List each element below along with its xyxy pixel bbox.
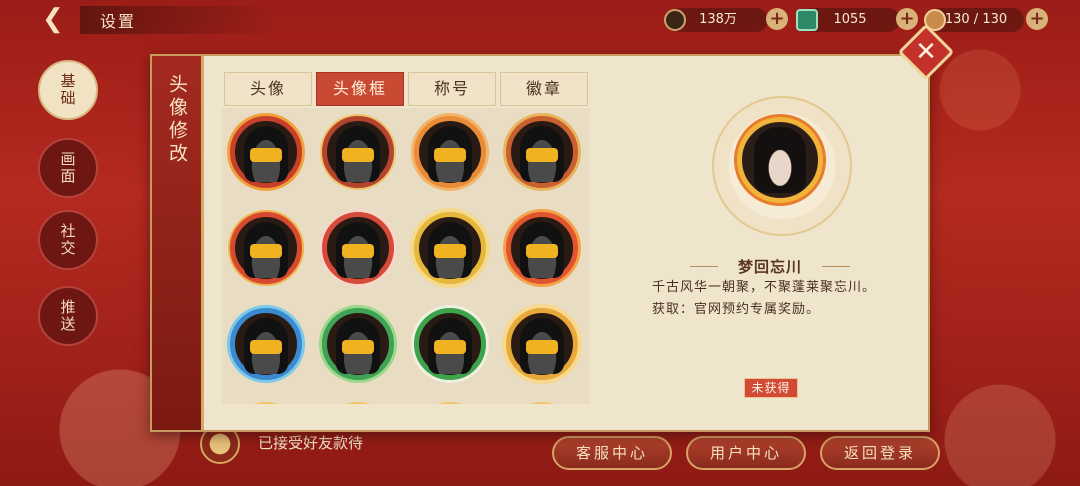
avatar-mask bbox=[526, 244, 558, 258]
dialog-title: 头像修改 bbox=[166, 74, 188, 166]
tab-badge[interactable]: 徽章 bbox=[500, 72, 588, 106]
resource-coins: 138万 bbox=[664, 8, 768, 32]
avatar-mask bbox=[342, 340, 374, 354]
tab-avatar[interactable]: 头像 bbox=[224, 72, 312, 106]
avatar-mask bbox=[250, 340, 282, 354]
avatar-mask bbox=[342, 244, 374, 258]
sidebar-item-push[interactable]: 推送 bbox=[38, 286, 98, 346]
avatar-mask bbox=[434, 340, 466, 354]
customer-service-button[interactable]: 客服中心 bbox=[552, 436, 672, 470]
add-coins-button[interactable]: + bbox=[766, 8, 788, 30]
sidebar-item-graphics[interactable]: 画面 bbox=[38, 138, 98, 198]
tab-title[interactable]: 称号 bbox=[408, 72, 496, 106]
frame-item[interactable] bbox=[314, 300, 402, 388]
frame-grid bbox=[222, 108, 590, 404]
frame-item[interactable] bbox=[498, 396, 586, 404]
resource-jade-value: 1055 bbox=[833, 12, 867, 27]
add-stamina-button[interactable]: + bbox=[1026, 8, 1048, 30]
frame-item[interactable] bbox=[498, 108, 586, 196]
sidebar-item-social[interactable]: 社交 bbox=[38, 210, 98, 270]
frame-name: 梦回忘川 bbox=[650, 256, 890, 277]
avatar-mask bbox=[526, 340, 558, 354]
avatar-mask bbox=[434, 244, 466, 258]
frame-item[interactable] bbox=[222, 300, 310, 388]
frame-description: 千古风华一朝聚，不聚蓬莱聚忘川。 bbox=[652, 280, 877, 295]
resource-stamina: 130 / 130 bbox=[924, 8, 1024, 32]
resource-jade: 1055 bbox=[796, 8, 900, 32]
frame-source: 获取：官网预约专属奖励。 bbox=[652, 302, 821, 317]
return-login-button[interactable]: 返回登录 bbox=[820, 436, 940, 470]
frame-item[interactable] bbox=[498, 204, 586, 292]
avatar-mask bbox=[250, 244, 282, 258]
frame-item[interactable] bbox=[406, 204, 494, 292]
close-icon[interactable]: ✕ bbox=[906, 32, 946, 72]
frame-item[interactable] bbox=[222, 108, 310, 196]
page-title: 设置 bbox=[100, 12, 137, 31]
frame-item[interactable] bbox=[498, 300, 586, 388]
dialog-side-banner: 头像修改 bbox=[152, 56, 204, 430]
avatar-mask bbox=[250, 148, 282, 162]
frame-item[interactable] bbox=[222, 204, 310, 292]
resource-coins-value: 138万 bbox=[699, 12, 737, 27]
avatar-mask bbox=[526, 148, 558, 162]
tab-bar: 头像 头像框 称号 徽章 bbox=[224, 72, 588, 106]
user-center-button[interactable]: 用户中心 bbox=[686, 436, 806, 470]
add-jade-button[interactable]: + bbox=[896, 8, 918, 30]
frame-item[interactable] bbox=[406, 396, 494, 404]
frame-item[interactable] bbox=[314, 108, 402, 196]
avatar-mask bbox=[342, 148, 374, 162]
friend-status-text: 已接受好友款待 bbox=[258, 434, 364, 452]
status-badge: 未获得 bbox=[744, 378, 798, 398]
frame-item[interactable] bbox=[406, 108, 494, 196]
back-arrow-icon[interactable]: ❮ bbox=[42, 4, 70, 34]
frame-item[interactable] bbox=[222, 396, 310, 404]
frame-item[interactable] bbox=[406, 300, 494, 388]
frame-item[interactable] bbox=[314, 396, 402, 404]
tab-avatar-frame[interactable]: 头像框 bbox=[316, 72, 404, 106]
preview-avatar-face bbox=[754, 127, 806, 193]
frame-item[interactable] bbox=[314, 204, 402, 292]
resource-stamina-value: 130 / 130 bbox=[944, 12, 1008, 27]
avatar-mask bbox=[434, 148, 466, 162]
sidebar-item-basic[interactable]: 基础 bbox=[38, 60, 98, 120]
